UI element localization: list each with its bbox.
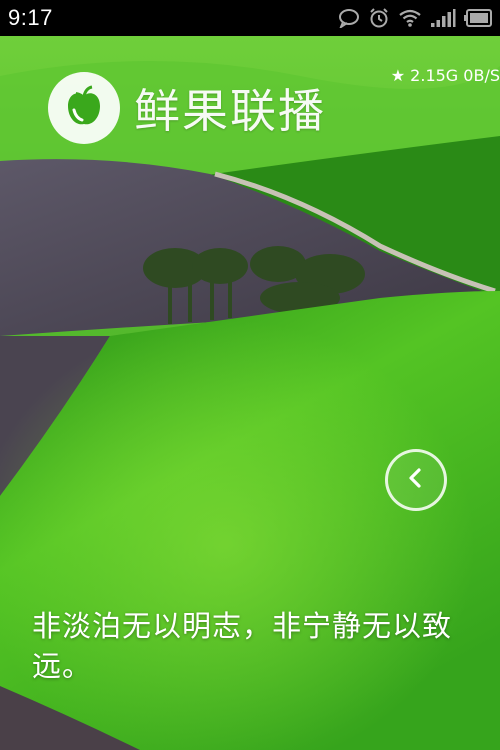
app-title: 鲜果联播 bbox=[134, 84, 326, 138]
app-header: 鲜果联播 bbox=[48, 72, 326, 144]
status-bar: 9:17 bbox=[0, 0, 500, 36]
fruit-logo-icon bbox=[48, 72, 120, 144]
chevron-left-icon bbox=[402, 464, 430, 496]
alarm-icon bbox=[368, 7, 390, 29]
status-time: 9:17 bbox=[8, 5, 53, 30]
slide-quote: 非淡泊无以明志，非宁静无以致远。 bbox=[32, 609, 453, 683]
network-speed-indicator: ★ 2.15G 0B/S bbox=[390, 66, 500, 85]
status-icons bbox=[338, 7, 492, 29]
battery-icon bbox=[464, 9, 492, 27]
signal-icon bbox=[430, 8, 456, 28]
wifi-icon bbox=[398, 8, 422, 28]
previous-slide-button[interactable] bbox=[385, 449, 447, 511]
chat-bubble-icon bbox=[338, 8, 360, 28]
